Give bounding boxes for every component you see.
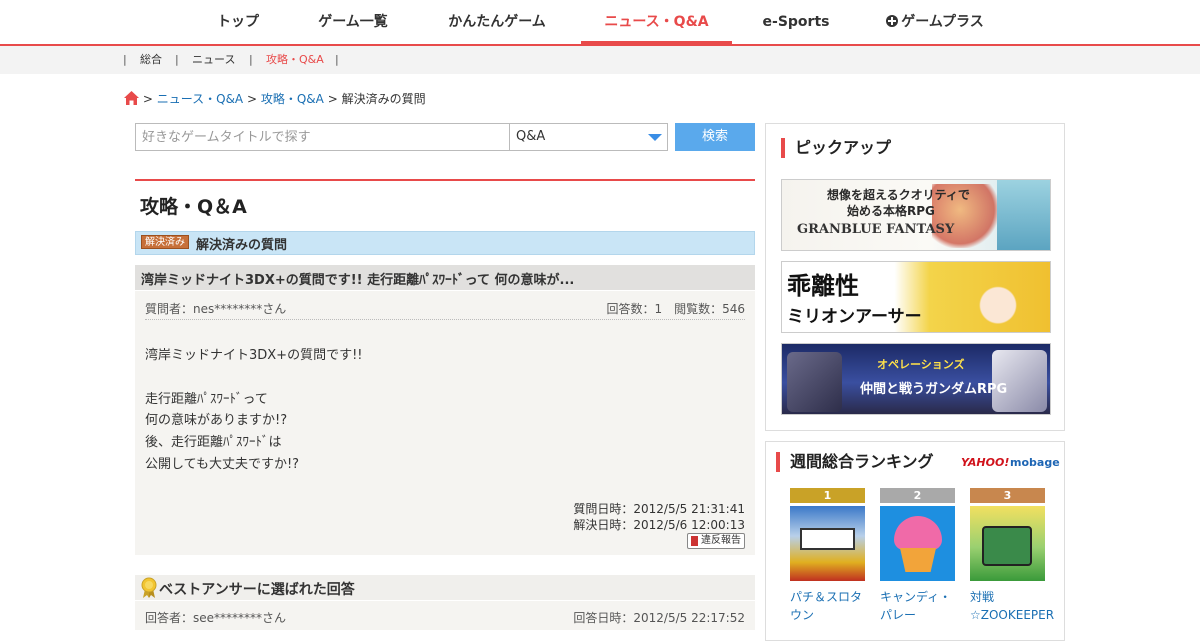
home-icon xyxy=(124,91,139,105)
dropdown-arrow-icon xyxy=(648,134,662,141)
question-meta: 質問者：nes********さん 回答数：1 閲覧数：546 xyxy=(145,300,745,320)
status-bar: 解決済み 解決済みの質問 xyxy=(135,231,755,255)
question-title: 湾岸ミッドナイト3DX+の質問です!! 走行距離ﾊﾟｽﾜｰﾄﾞって 何の意味が.… xyxy=(141,273,575,288)
search-category-select[interactable]: Q&A xyxy=(509,123,668,151)
subnav-general[interactable]: 総合 xyxy=(140,46,162,74)
pickup-box: ピックアップ 想像を超えるクオリティで 始める本格RPG GRANBLUE FA… xyxy=(765,123,1065,431)
ranking-box: 週間総合ランキング YAHOO! mobage 1 パチ＆スロタウン 2 キャン… xyxy=(765,441,1065,641)
question-asked-at: 質問日時：2012/5/5 21:31:41 xyxy=(573,502,745,516)
best-answer-heading: ベストアンサーに選ばれた回答 xyxy=(159,582,355,598)
banner-text: 仲間と戦うガンダムRPG xyxy=(860,382,1008,397)
game-name: 対戦☆ZOOKEEPER xyxy=(970,590,1055,622)
answer-meta: 回答者：see********さん 回答日時：2012/5/5 22:17:52 xyxy=(135,601,755,630)
subnav-separator: | xyxy=(335,53,339,66)
question-text: 湾岸ミッドナイト3DX+の質問です!! 走行距離ﾊﾟｽﾜｰﾄﾞって 何の意味があ… xyxy=(145,345,363,476)
game-thumbnail xyxy=(970,506,1045,581)
ranking-item[interactable]: 1 パチ＆スロタウン xyxy=(790,488,865,624)
plus-icon xyxy=(886,15,899,27)
breadcrumb-news[interactable]: ニュース・Q&A xyxy=(157,92,243,106)
mobage-logo: mobage xyxy=(1010,456,1060,469)
question-resolved-at: 解決日時：2012/5/6 12:00:13 xyxy=(573,517,745,532)
nav-game-plus-label: ゲームプラス xyxy=(901,14,984,30)
question-line: 公開しても大丈夫ですか!? xyxy=(145,456,300,472)
banner-text: GRANBLUE FANTASY xyxy=(797,222,955,237)
question-line: 何の意味がありますか!? xyxy=(145,413,288,429)
ranking-heading: 週間総合ランキング xyxy=(776,452,934,472)
banner-text: 乖離性 xyxy=(787,271,859,300)
rank-number: 1 xyxy=(790,488,865,503)
search-category-value: Q&A xyxy=(516,129,546,144)
report-flag-icon xyxy=(691,536,698,546)
question-asker: 質問者：nes********さん xyxy=(145,302,287,316)
game-thumbnail xyxy=(790,506,865,581)
ranking-item[interactable]: 3 対戦☆ZOOKEEPER xyxy=(970,488,1055,624)
nav-esports[interactable]: e-Sports xyxy=(760,0,832,44)
banner-million-arthur[interactable]: 乖離性 ミリオンアーサー xyxy=(781,261,1051,333)
best-answer-heading-bar: ベストアンサーに選ばれた回答 xyxy=(135,575,755,600)
subnav-news[interactable]: ニュース xyxy=(192,46,235,74)
banner-gundam[interactable]: オペレーションズ 仲間と戦うガンダムRPG xyxy=(781,343,1051,415)
subnav-separator: | xyxy=(249,53,253,66)
question-line: 湾岸ミッドナイト3DX+の質問です!! xyxy=(145,348,363,363)
game-thumbnail xyxy=(880,506,955,581)
nav-game-list[interactable]: ゲーム一覧 xyxy=(306,0,400,44)
breadcrumb-sep: > xyxy=(246,92,258,106)
subnav-separator: | xyxy=(175,53,179,66)
nav-news-qa[interactable]: ニュース・Q&A xyxy=(581,0,732,46)
rank-number: 2 xyxy=(880,488,955,503)
banner-text: 始める本格RPG xyxy=(847,204,935,218)
status-heading: 解決済みの質問 xyxy=(196,238,288,253)
question-title-bar: 湾岸ミッドナイト3DX+の質問です!! 走行距離ﾊﾟｽﾜｰﾄﾞって 何の意味が.… xyxy=(135,265,755,290)
rank-number: 3 xyxy=(970,488,1045,503)
nav-game-plus[interactable]: ゲームプラス xyxy=(880,0,990,44)
banner-text: オペレーションズ xyxy=(877,358,965,371)
question-line: 走行距離ﾊﾟｽﾜｰﾄﾞって xyxy=(145,391,268,407)
main-divider xyxy=(135,179,755,181)
subnav-qa[interactable]: 攻略・Q&A xyxy=(266,46,324,74)
subnav-separator: | xyxy=(123,53,127,66)
yahoo-logo: YAHOO! xyxy=(961,456,1010,469)
sub-navigation: | 総合 | ニュース | 攻略・Q&A | xyxy=(0,46,1200,74)
page-title: 攻略・Q＆A xyxy=(140,196,247,218)
question-line xyxy=(145,367,363,389)
breadcrumb-qa[interactable]: 攻略・Q&A xyxy=(261,92,324,106)
search-button[interactable]: 検索 xyxy=(675,123,755,151)
breadcrumb-sep: > xyxy=(142,92,153,106)
question-dates: 質問日時：2012/5/5 21:31:41 解決日時：2012/5/6 12:… xyxy=(573,502,745,533)
nav-top[interactable]: トップ xyxy=(210,0,266,44)
report-label: 違反報告 xyxy=(701,535,741,546)
breadcrumb-current: 解決済みの質問 xyxy=(341,92,426,106)
ranking-item[interactable]: 2 キャンディ・パレー xyxy=(880,488,955,624)
banner-text: ミリオンアーサー xyxy=(787,307,922,327)
breadcrumb: > ニュース・Q&A > 攻略・Q&A > 解決済みの質問 xyxy=(124,90,426,108)
answer-date: 回答日時：2012/5/5 22:17:52 xyxy=(573,611,745,625)
game-name: パチ＆スロタウン xyxy=(790,590,863,622)
nav-easy-games[interactable]: かんたんゲーム xyxy=(441,0,553,44)
answerer: 回答者：see********さん xyxy=(145,611,287,625)
breadcrumb-sep: > xyxy=(327,92,338,106)
question-line: 後、走行距離ﾊﾟｽﾜｰﾄﾞは xyxy=(145,435,282,451)
top-navigation: トップ ゲーム一覧 かんたんゲーム ニュース・Q&A e-Sports ゲームプ… xyxy=(0,0,1200,46)
resolved-badge: 解決済み xyxy=(141,235,189,249)
pickup-heading: ピックアップ xyxy=(781,138,891,158)
search-input[interactable] xyxy=(135,123,510,151)
home-link[interactable] xyxy=(124,91,143,106)
medal-icon xyxy=(141,577,157,598)
banner-text: 想像を超えるクオリティで xyxy=(827,188,970,202)
question-stats: 回答数：1 閲覧数：546 xyxy=(606,302,745,316)
report-button[interactable]: 違反報告 xyxy=(687,533,745,549)
banner-granblue[interactable]: 想像を超えるクオリティで 始める本格RPG GRANBLUE FANTASY xyxy=(781,179,1051,251)
question-body: 質問者：nes********さん 回答数：1 閲覧数：546 湾岸ミッドナイト… xyxy=(135,291,755,555)
game-name: キャンディ・パレー xyxy=(880,590,952,622)
